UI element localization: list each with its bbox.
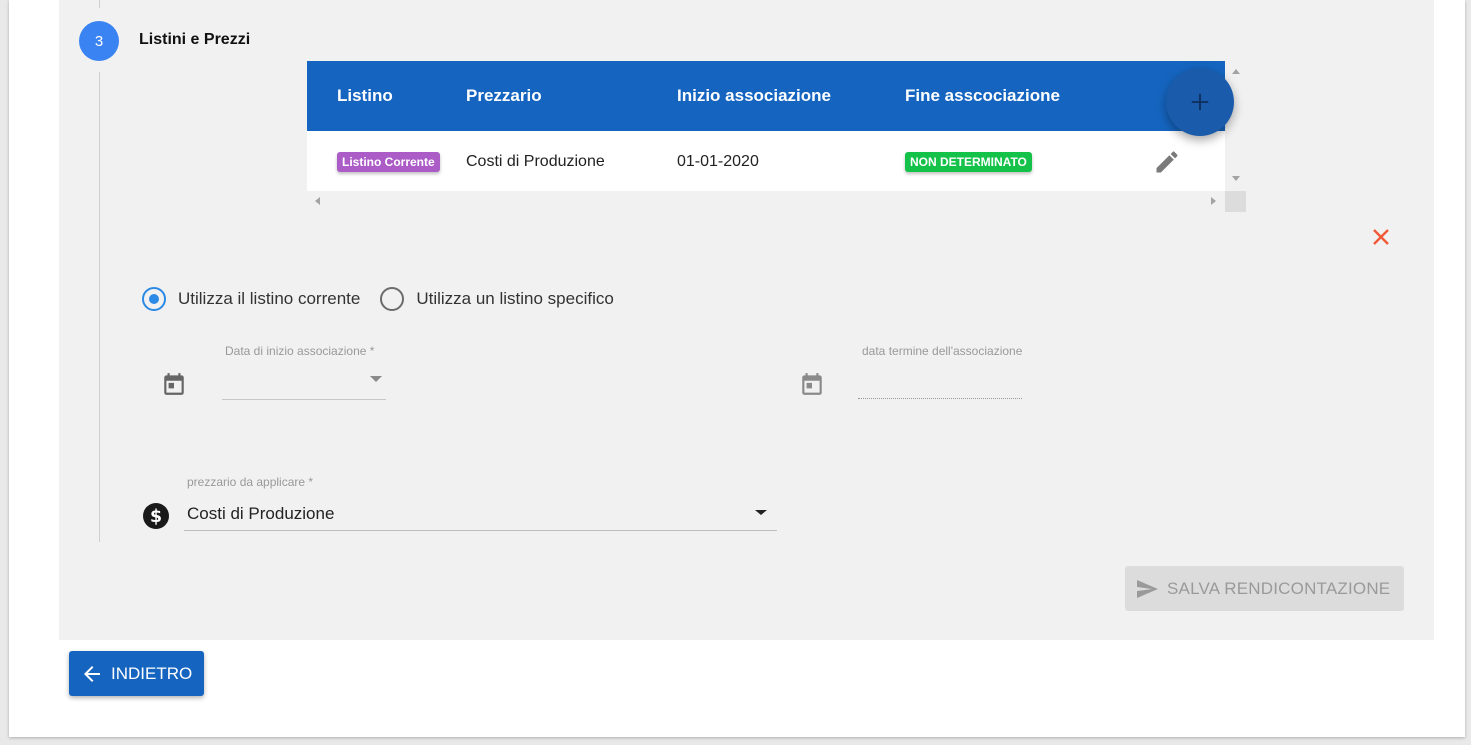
end-date-underline: [858, 398, 1022, 399]
step-title: Listini e Prezzi: [139, 31, 251, 48]
prezzario-label: prezzario da applicare *: [187, 475, 314, 489]
radio-label-listino-specifico[interactable]: Utilizza un listino specifico: [416, 289, 613, 309]
start-date-field[interactable]: [222, 366, 386, 399]
listino-badge: Listino Corrente: [337, 152, 440, 172]
close-icon[interactable]: [1369, 225, 1393, 249]
svg-text:$: $: [150, 507, 162, 527]
scroll-down-arrow-icon[interactable]: [1232, 176, 1240, 181]
column-header-fine[interactable]: Fine asscociazione: [905, 86, 1060, 106]
scroll-up-arrow-icon[interactable]: [1232, 69, 1240, 74]
prezzario-select[interactable]: Costi di Produzione: [187, 504, 334, 524]
dollar-icon: $: [143, 503, 169, 529]
radio-listino-corrente[interactable]: [142, 287, 166, 311]
table-row: Listino Corrente Costi di Produzione 01-…: [307, 131, 1225, 191]
stepper-line-top: [99, 0, 100, 8]
save-button-label: SALVA RENDICONTAZIONE: [1167, 578, 1391, 598]
radio-label-listino-corrente[interactable]: Utilizza il listino corrente: [178, 289, 360, 309]
scroll-left-arrow-icon[interactable]: [315, 197, 320, 205]
column-header-prezzario[interactable]: Prezzario: [466, 86, 542, 106]
column-header-inizio[interactable]: Inizio associazione: [677, 86, 831, 106]
back-button-label: INDIETRO: [111, 663, 193, 683]
column-header-listino[interactable]: Listino: [337, 86, 393, 106]
chevron-down-icon[interactable]: [370, 376, 382, 382]
plus-icon: [1191, 93, 1209, 111]
chevron-down-icon[interactable]: [755, 510, 767, 515]
table-header: Listino Prezzario Inizio associazione Fi…: [307, 61, 1225, 131]
step-number-badge: 3: [79, 21, 119, 61]
end-date-label: data termine dell'associazione: [862, 344, 1023, 358]
cell-prezzario: Costi di Produzione: [466, 153, 605, 170]
arrow-left-icon: [84, 665, 100, 682]
scroll-right-arrow-icon[interactable]: [1211, 197, 1216, 205]
calendar-icon[interactable]: [799, 371, 825, 397]
back-button[interactable]: INDIETRO: [69, 651, 204, 696]
add-listino-button[interactable]: [1166, 68, 1234, 136]
fine-badge: NON DETERMINATO: [905, 152, 1032, 172]
listino-radio-group: Utilizza il listino corrente Utilizza un…: [142, 287, 614, 311]
cell-inizio: 01-01-2020: [677, 153, 759, 170]
listini-table: Listino Prezzario Inizio associazione Fi…: [307, 61, 1246, 212]
prezzario-underline: [184, 530, 777, 531]
start-date-underline: [222, 399, 386, 400]
send-icon: [1137, 579, 1158, 598]
pencil-icon[interactable]: [1153, 148, 1181, 176]
radio-listino-specifico[interactable]: [380, 287, 405, 311]
scrollbar-corner: [1225, 191, 1246, 212]
save-rendicontazione-button[interactable]: SALVA RENDICONTAZIONE: [1125, 566, 1404, 611]
calendar-icon[interactable]: [161, 371, 187, 397]
end-date-field[interactable]: [858, 366, 1022, 399]
table-vertical-scrollbar[interactable]: [1225, 61, 1246, 191]
start-date-label: Data di inizio associazione *: [225, 344, 375, 358]
table-horizontal-scrollbar[interactable]: [307, 191, 1225, 212]
stepper-line: [99, 72, 100, 542]
